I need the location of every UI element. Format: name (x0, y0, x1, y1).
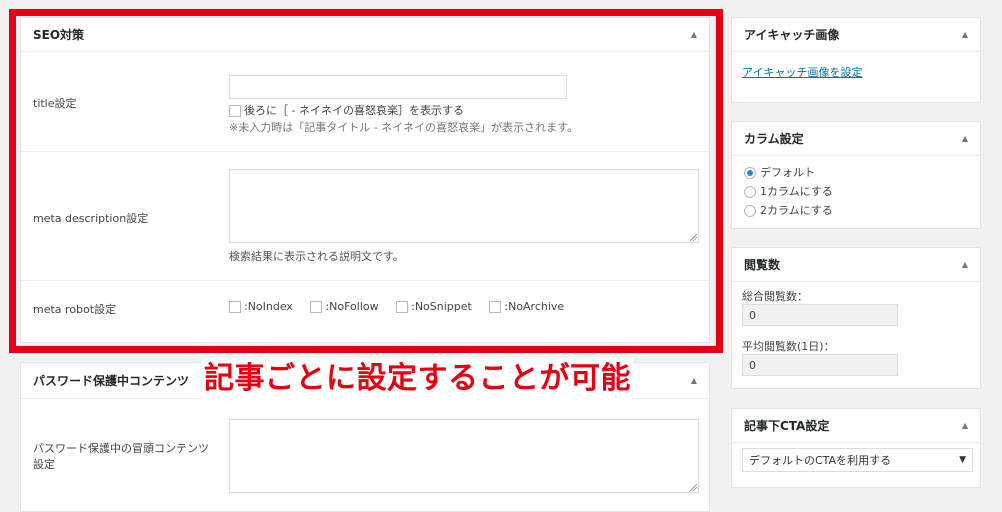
column-option-2col[interactable]: 2カラムにする (744, 202, 833, 218)
highlight-frame (9, 9, 723, 353)
eyecatch-meta-box: アイキャッチ画像 ▲ アイキャッチ画像を設定 (731, 17, 981, 103)
collapse-toggle-icon[interactable]: ▲ (962, 134, 968, 143)
password-content-textarea[interactable] (229, 419, 699, 493)
cta-box-header[interactable]: 記事下CTA設定 ▲ (732, 409, 980, 443)
radio-1col[interactable] (744, 186, 756, 198)
collapse-toggle-icon[interactable]: ▲ (962, 260, 968, 269)
collapse-toggle-icon[interactable]: ▲ (962, 30, 968, 39)
column-meta-box: カラム設定 ▲ デフォルト 1カラムにする 2カラムにする (731, 121, 981, 229)
cta-meta-box: 記事下CTA設定 ▲ デフォルトのCTAを利用する ▼ (731, 408, 981, 488)
avg-views-field: 0 (742, 354, 898, 376)
password-content-label: パスワード保護中の冒頭コンテンツ 設定 (33, 442, 209, 471)
total-views-label: 総合閲覧数： (742, 290, 808, 303)
radio-default[interactable] (744, 167, 756, 179)
total-views-field: 0 (742, 304, 898, 326)
chevron-down-icon[interactable]: ▼ (959, 455, 966, 465)
avg-views-label: 平均閲覧数(1日)： (742, 340, 835, 353)
set-eyecatch-link[interactable]: アイキャッチ画像を設定 (742, 64, 862, 80)
resize-handle-icon[interactable] (690, 484, 697, 491)
views-box-title: 閲覧数 (744, 258, 781, 272)
column-option-1col[interactable]: 1カラムにする (744, 183, 833, 199)
views-box-header[interactable]: 閲覧数 ▲ (732, 248, 980, 282)
collapse-toggle-icon[interactable]: ▲ (691, 376, 697, 385)
annotation-callout: 記事ごとに設定することが可能 (202, 358, 633, 400)
eyecatch-box-title: アイキャッチ画像 (744, 28, 840, 42)
views-meta-box: 閲覧数 ▲ 総合閲覧数： 0 平均閲覧数(1日)： 0 (731, 247, 981, 389)
collapse-toggle-icon[interactable]: ▲ (962, 421, 968, 430)
radio-2col[interactable] (744, 205, 756, 217)
cta-box-title: 記事下CTA設定 (744, 419, 830, 433)
eyecatch-box-header[interactable]: アイキャッチ画像 ▲ (732, 18, 980, 52)
cta-select[interactable]: デフォルトのCTAを利用する ▼ (742, 448, 973, 472)
column-box-title: カラム設定 (744, 132, 804, 146)
column-box-header[interactable]: カラム設定 ▲ (732, 122, 980, 156)
column-option-default[interactable]: デフォルト (744, 164, 815, 180)
